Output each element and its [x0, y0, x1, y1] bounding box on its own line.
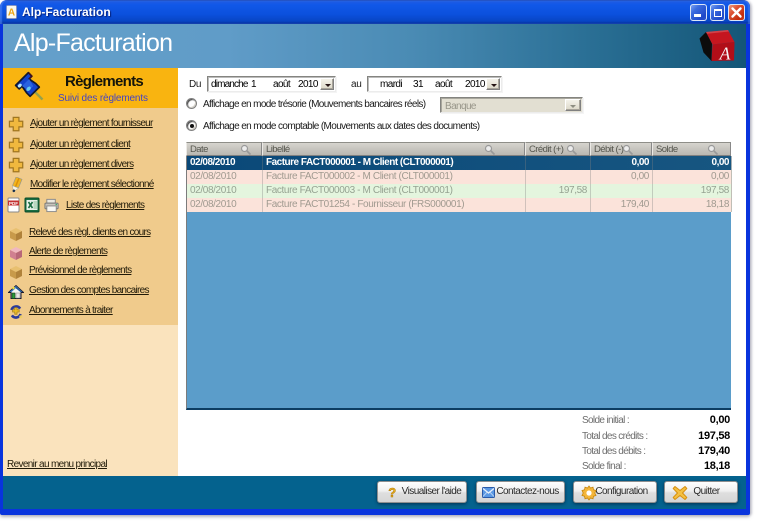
svg-text:A: A — [719, 44, 731, 64]
svg-text:PDF: PDF — [9, 201, 18, 206]
svg-text:A: A — [8, 8, 15, 19]
svg-text:?: ? — [388, 485, 396, 500]
